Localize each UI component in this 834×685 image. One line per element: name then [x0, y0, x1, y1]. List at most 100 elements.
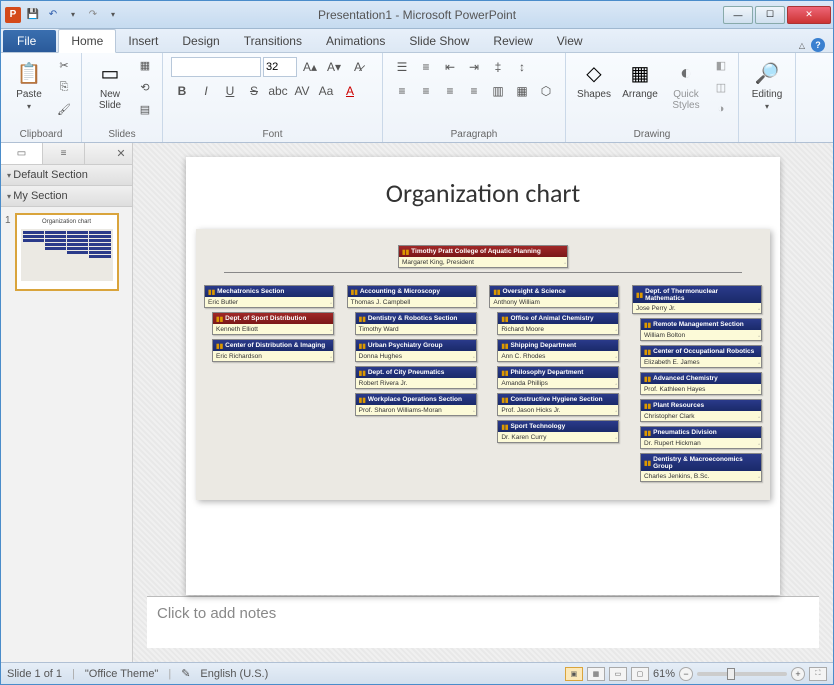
- font-size-select[interactable]: [263, 57, 297, 77]
- maximize-button[interactable]: ☐: [755, 6, 785, 24]
- tab-slideshow[interactable]: Slide Show: [397, 30, 481, 52]
- help-icon[interactable]: ?: [811, 38, 825, 52]
- minimize-button[interactable]: —: [723, 6, 753, 24]
- section-icon[interactable]: ▤: [136, 101, 154, 117]
- qat-customize-icon[interactable]: ▾: [105, 7, 121, 23]
- org-node[interactable]: ▮▮ Dentistry & Macroeconomics GroupCharl…: [640, 453, 762, 482]
- org-node[interactable]: ▮▮ Center of Occupational RoboticsElizab…: [640, 345, 762, 368]
- italic-button[interactable]: I: [195, 81, 217, 101]
- org-node[interactable]: ▮▮ Oversight & ScienceAnthony William▫: [489, 285, 619, 308]
- shape-outline-icon[interactable]: ◫: [712, 79, 730, 95]
- clear-format-icon[interactable]: A̷: [347, 57, 369, 77]
- tab-view[interactable]: View: [545, 30, 595, 52]
- undo-dropdown-icon[interactable]: ▾: [65, 7, 81, 23]
- outdent-icon[interactable]: ⇤: [439, 57, 461, 77]
- close-button[interactable]: ✕: [787, 6, 831, 24]
- panel-close-icon[interactable]: ✕: [110, 147, 132, 160]
- smartart-icon[interactable]: ⬡: [535, 81, 557, 101]
- zoom-percent[interactable]: 61%: [653, 668, 675, 680]
- change-case-icon[interactable]: Aa: [315, 81, 337, 101]
- org-node[interactable]: ▮▮ Philosophy DepartmentAmanda Phillips▫: [497, 366, 619, 389]
- minimize-ribbon-icon[interactable]: △: [799, 41, 805, 50]
- indent-icon[interactable]: ⇥: [463, 57, 485, 77]
- tab-file[interactable]: File: [3, 30, 56, 52]
- layout-icon[interactable]: ▦: [136, 57, 154, 73]
- numbering-icon[interactable]: ≡: [415, 57, 437, 77]
- redo-icon[interactable]: ↷: [85, 7, 101, 23]
- section-header-my[interactable]: My Section: [1, 186, 132, 207]
- justify-icon[interactable]: ≡: [463, 81, 485, 101]
- font-color-icon[interactable]: A: [339, 81, 361, 101]
- slide-editor[interactable]: Organization chart ▮▮ Timothy Pratt Coll…: [133, 143, 833, 662]
- arrange-button[interactable]: ▦ Arrange: [620, 57, 660, 102]
- normal-view-icon[interactable]: ▣: [565, 667, 583, 681]
- org-node[interactable]: ▮▮ Constructive Hygiene SectionProf. Jas…: [497, 393, 619, 416]
- zoom-thumb[interactable]: [727, 668, 735, 680]
- slideshow-view-icon[interactable]: ▢: [631, 667, 649, 681]
- sorter-view-icon[interactable]: ▦: [587, 667, 605, 681]
- shadow-button[interactable]: abc: [267, 81, 289, 101]
- org-node[interactable]: ▮▮ Remote Management SectionWilliam Bolt…: [640, 318, 762, 341]
- bold-button[interactable]: B: [171, 81, 193, 101]
- tab-home[interactable]: Home: [58, 29, 116, 53]
- strike-button[interactable]: S: [243, 81, 265, 101]
- zoom-slider[interactable]: [697, 672, 787, 676]
- tab-review[interactable]: Review: [481, 30, 544, 52]
- undo-icon[interactable]: ↶: [45, 7, 61, 23]
- org-node[interactable]: ▮▮ Sport TechnologyDr. Karen Curry▫: [497, 420, 619, 443]
- quick-styles-button[interactable]: ◐ Quick Styles: [666, 57, 706, 113]
- slide-canvas[interactable]: Organization chart ▮▮ Timothy Pratt Coll…: [186, 157, 780, 595]
- shape-fill-icon[interactable]: ◧: [712, 57, 730, 73]
- font-name-select[interactable]: [171, 57, 261, 77]
- shrink-font-icon[interactable]: A▾: [323, 57, 345, 77]
- org-node[interactable]: ▮▮ Advanced ChemistryProf. Kathleen Haye…: [640, 372, 762, 395]
- org-chart[interactable]: ▮▮ Timothy Pratt College of Aquatic Plan…: [196, 229, 770, 500]
- org-node[interactable]: ▮▮ Timothy Pratt College of Aquatic Plan…: [398, 245, 568, 268]
- slides-tab-icon[interactable]: ▭: [1, 143, 43, 164]
- slide-title[interactable]: Organization chart: [196, 177, 770, 209]
- tab-transitions[interactable]: Transitions: [232, 30, 314, 52]
- tab-animations[interactable]: Animations: [314, 30, 397, 52]
- shapes-button[interactable]: ◇ Shapes: [574, 57, 614, 102]
- outline-tab-icon[interactable]: ≡: [43, 143, 85, 164]
- grow-font-icon[interactable]: A▴: [299, 57, 321, 77]
- columns-icon[interactable]: ▥: [487, 81, 509, 101]
- slide-thumbnail[interactable]: Organization chart: [15, 213, 119, 291]
- org-node[interactable]: ▮▮ Shipping DepartmentAnn C. Rhodes▫: [497, 339, 619, 362]
- section-header-default[interactable]: Default Section: [1, 165, 132, 186]
- org-node[interactable]: ▮▮ Urban Psychiatry GroupDonna Hughes▫: [355, 339, 477, 362]
- shape-effects-icon[interactable]: ◑: [712, 101, 730, 117]
- language-label[interactable]: English (U.S.): [200, 668, 268, 680]
- spacing-icon[interactable]: AV: [291, 81, 313, 101]
- org-node[interactable]: ▮▮ Dentistry & Robotics SectionTimothy W…: [355, 312, 477, 335]
- org-node[interactable]: ▮▮ Workplace Operations SectionProf. Sha…: [355, 393, 477, 416]
- org-node[interactable]: ▮▮ Dept. of City PneumaticsRobert Rivera…: [355, 366, 477, 389]
- bullets-icon[interactable]: ☰: [391, 57, 413, 77]
- zoom-in-button[interactable]: +: [791, 667, 805, 681]
- line-spacing-icon[interactable]: ‡: [487, 57, 509, 77]
- copy-icon[interactable]: ⎘: [55, 79, 73, 95]
- org-node[interactable]: ▮▮ Office of Animal ChemistryRichard Moo…: [497, 312, 619, 335]
- fit-window-icon[interactable]: ⛶: [809, 667, 827, 681]
- reading-view-icon[interactable]: ▭: [609, 667, 627, 681]
- tab-design[interactable]: Design: [170, 30, 231, 52]
- org-node[interactable]: ▮▮ Accounting & MicroscopyThomas J. Camp…: [347, 285, 477, 308]
- align-right-icon[interactable]: ≡: [439, 81, 461, 101]
- org-node[interactable]: ▮▮ Center of Distribution & ImagingEric …: [212, 339, 334, 362]
- spellcheck-icon[interactable]: ✎: [181, 667, 190, 680]
- org-node[interactable]: ▮▮ Plant ResourcesChristopher Clark▫: [640, 399, 762, 422]
- align-left-icon[interactable]: ≡: [391, 81, 413, 101]
- slide-thumbnail-row[interactable]: 1 Organization chart: [1, 207, 132, 297]
- org-node[interactable]: ▮▮ Dept. of Thermonuclear MathematicsJos…: [632, 285, 762, 314]
- save-icon[interactable]: 💾: [25, 7, 41, 23]
- zoom-out-button[interactable]: −: [679, 667, 693, 681]
- align-text-icon[interactable]: ▦: [511, 81, 533, 101]
- new-slide-button[interactable]: ▭ New Slide: [90, 57, 130, 113]
- cut-icon[interactable]: ✂: [55, 57, 73, 73]
- align-center-icon[interactable]: ≡: [415, 81, 437, 101]
- reset-icon[interactable]: ⟲: [136, 79, 154, 95]
- org-node[interactable]: ▮▮ Pneumatics DivisionDr. Rupert Hickman…: [640, 426, 762, 449]
- notes-pane[interactable]: Click to add notes: [147, 596, 819, 648]
- paste-button[interactable]: 📋 Paste ▾: [9, 57, 49, 113]
- format-painter-icon[interactable]: 🖌: [55, 101, 73, 117]
